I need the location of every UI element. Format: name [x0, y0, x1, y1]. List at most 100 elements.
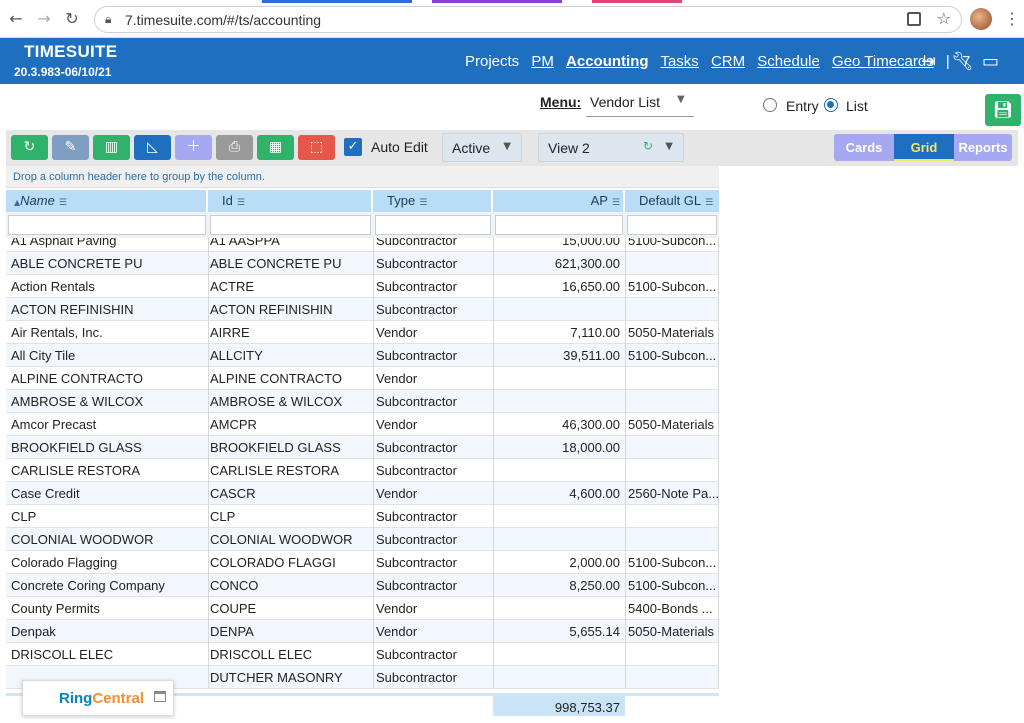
auto-edit-label[interactable]: Auto Edit [371, 139, 428, 155]
column-divider [625, 597, 626, 620]
column-menu-icon[interactable]: ☰ [237, 198, 245, 208]
table-row[interactable]: All City Tile ALLCITY Subcontractor 39,511.… [6, 344, 719, 367]
table-row[interactable]: ALPINE CONTRACTO ALPINE CONTRACTO Vendor [6, 367, 719, 390]
table-row[interactable]: AMBROSE & WILCOX AMBROSE & WILCOX Subcontr… [6, 390, 719, 413]
status-dropdown[interactable]: Active ▼ [442, 133, 522, 162]
table-row[interactable]: Action Rentals ACTRE Subcontractor 16,650.0… [6, 275, 719, 298]
column-menu-icon[interactable]: ☰ [612, 198, 620, 208]
qr-code-icon[interactable] [907, 12, 921, 26]
cell-ap: 8,250.00 [569, 578, 620, 593]
table-row[interactable]: A1 Asphalt Paving A1 AASPPA Subcontractor 1… [6, 238, 719, 252]
app-brand[interactable]: TIMESUITE [24, 42, 117, 62]
column-divider [373, 344, 374, 367]
top-nav: Projects PM Accounting Tasks CRM Schedul… [465, 53, 978, 70]
table-row[interactable]: CLP CLP Subcontractor [6, 505, 719, 528]
column-header-type[interactable]: Type ☰ [373, 190, 493, 212]
url-text[interactable]: 7.timesuite.com/#/ts/accounting [125, 12, 321, 28]
column-menu-icon[interactable]: ☰ [705, 198, 713, 208]
save-button[interactable]: 💾︎ [985, 94, 1021, 126]
group-by-drop-zone[interactable]: Drop a column header here to group by th… [6, 166, 719, 188]
filter-default-gl-input[interactable] [627, 215, 717, 235]
table-row[interactable]: DRISCOLL ELEC DRISCOLL ELEC Subcontractor [6, 643, 719, 666]
print-button[interactable]: ⎙ [216, 135, 253, 160]
filter-name-input[interactable] [8, 215, 206, 235]
cell-type: Vendor [376, 325, 418, 340]
cell-id: CLP [210, 509, 236, 524]
column-header-name[interactable]: ▲Name ☰ [6, 190, 208, 212]
column-divider [373, 275, 374, 298]
browser-menu-icon[interactable]: ⋮ [1004, 9, 1020, 28]
view-dropdown[interactable]: View 2 ↻ ▼ [538, 133, 684, 162]
column-header-default-gl[interactable]: Default GL ☰ [625, 190, 719, 212]
table-row[interactable]: COLONIAL WOODWOR COLONIAL WOODWOR Subcontr… [6, 528, 719, 551]
filter-ap-input[interactable] [495, 215, 623, 235]
tab-cards[interactable]: Cards [834, 134, 894, 161]
table-row[interactable]: Case Credit CASCR Vendor 4,600.00 2560-Note … [6, 482, 719, 505]
column-type-label: Type [387, 193, 416, 208]
column-divider [208, 367, 209, 390]
columns-button[interactable]: ▥ [93, 135, 130, 160]
chevron-down-icon[interactable]: ▼ [677, 94, 685, 105]
bookmark-star-icon[interactable]: ☆ [937, 9, 951, 28]
table-row[interactable]: ABLE CONCRETE PU ABLE CONCRETE PU Subcontr… [6, 252, 719, 275]
nav-geo-timecards[interactable]: Geo Timecards [832, 53, 934, 70]
profile-avatar[interactable] [970, 8, 992, 30]
refresh-button[interactable]: ↻ [11, 135, 48, 160]
cell-id: AMBROSE & WILCOX [210, 394, 343, 409]
column-menu-icon[interactable]: ☰ [419, 198, 427, 208]
app-version: 20.3.983-06/10/21 [14, 65, 112, 79]
menu-select[interactable]: Vendor List [590, 94, 660, 110]
table-row[interactable]: BROOKFIELD GLASS BROOKFIELD GLASS Subcontr… [6, 436, 719, 459]
nav-projects[interactable]: Projects [465, 53, 519, 70]
radio-list-label[interactable]: List [846, 98, 868, 114]
column-divider [373, 574, 374, 597]
window-restore-icon[interactable] [154, 691, 166, 702]
table-row[interactable]: Amcor Precast AMCPR Vendor 46,300.00 5050-Ma… [6, 413, 719, 436]
table-row[interactable]: County Permits COUPE Vendor 5400-Bonds ... [6, 597, 719, 620]
nav-crm[interactable]: CRM [711, 53, 745, 70]
edit-button[interactable]: ✎ [52, 135, 89, 160]
cell-type: Subcontractor [376, 238, 457, 248]
column-header-id[interactable]: Id ☰ [208, 190, 373, 212]
table-row[interactable]: Denpak DENPA Vendor 5,655.14 5050-Materials [6, 620, 719, 643]
address-bar[interactable]: 🔒︎ 7.timesuite.com/#/ts/accounting ☆ [94, 6, 962, 33]
tab-grid[interactable]: Grid [894, 134, 954, 161]
table-row[interactable]: Air Rentals, Inc. AIRRE Vendor 7,110.00 5050… [6, 321, 719, 344]
wrench-icon[interactable]: 🔧︎ [951, 51, 974, 72]
radio-entry-label[interactable]: Entry [786, 98, 819, 114]
auto-edit-checkbox[interactable]: ✓ [344, 138, 362, 156]
measure-button[interactable]: ◺ [134, 135, 171, 160]
filter-type-input[interactable] [375, 215, 491, 235]
ringcentral-widget[interactable]: RingCentral [22, 680, 174, 716]
table-row[interactable]: CARLISLE RESTORA CARLISLE RESTORA Subcontr… [6, 459, 719, 482]
column-divider [718, 321, 719, 344]
column-menu-icon[interactable]: ☰ [59, 198, 67, 208]
back-icon[interactable]: ← [6, 9, 26, 29]
column-header-ap[interactable]: AP ☰ [493, 190, 625, 212]
grid-export-button[interactable]: ▦ [257, 135, 294, 160]
logout-icon[interactable]: ⇥ [921, 51, 936, 72]
cell-id: COLONIAL WOODWOR [210, 532, 353, 547]
column-divider [718, 390, 719, 413]
table-row[interactable]: Colorado Flagging COLORADO FLAGGI Subcontr… [6, 551, 719, 574]
forward-icon[interactable]: → [34, 9, 54, 29]
nav-accounting[interactable]: Accounting [566, 53, 649, 70]
cell-id: COLORADO FLAGGI [210, 555, 336, 570]
radio-entry[interactable] [763, 98, 777, 112]
column-divider [625, 459, 626, 482]
nav-tasks[interactable]: Tasks [660, 53, 698, 70]
cast-icon[interactable]: ▭ [982, 51, 999, 72]
reload-icon[interactable]: ↻ [62, 9, 82, 29]
filter-id-input[interactable] [210, 215, 371, 235]
cell-name: ABLE CONCRETE PU [11, 256, 143, 271]
add-button[interactable]: ＋ [175, 135, 212, 160]
nav-schedule[interactable]: Schedule [757, 53, 820, 70]
table-row[interactable]: Concrete Coring Company CONCO Subcontracto… [6, 574, 719, 597]
column-divider [718, 436, 719, 459]
nav-pm[interactable]: PM [531, 53, 554, 70]
radio-list[interactable] [824, 98, 838, 112]
tab-reports[interactable]: Reports [954, 134, 1012, 161]
refresh-icon[interactable]: ↻ [643, 139, 653, 153]
table-row[interactable]: ACTON REFINISHIN ACTON REFINISHIN Subcontr… [6, 298, 719, 321]
image-export-button[interactable]: ⬚ [298, 135, 335, 160]
